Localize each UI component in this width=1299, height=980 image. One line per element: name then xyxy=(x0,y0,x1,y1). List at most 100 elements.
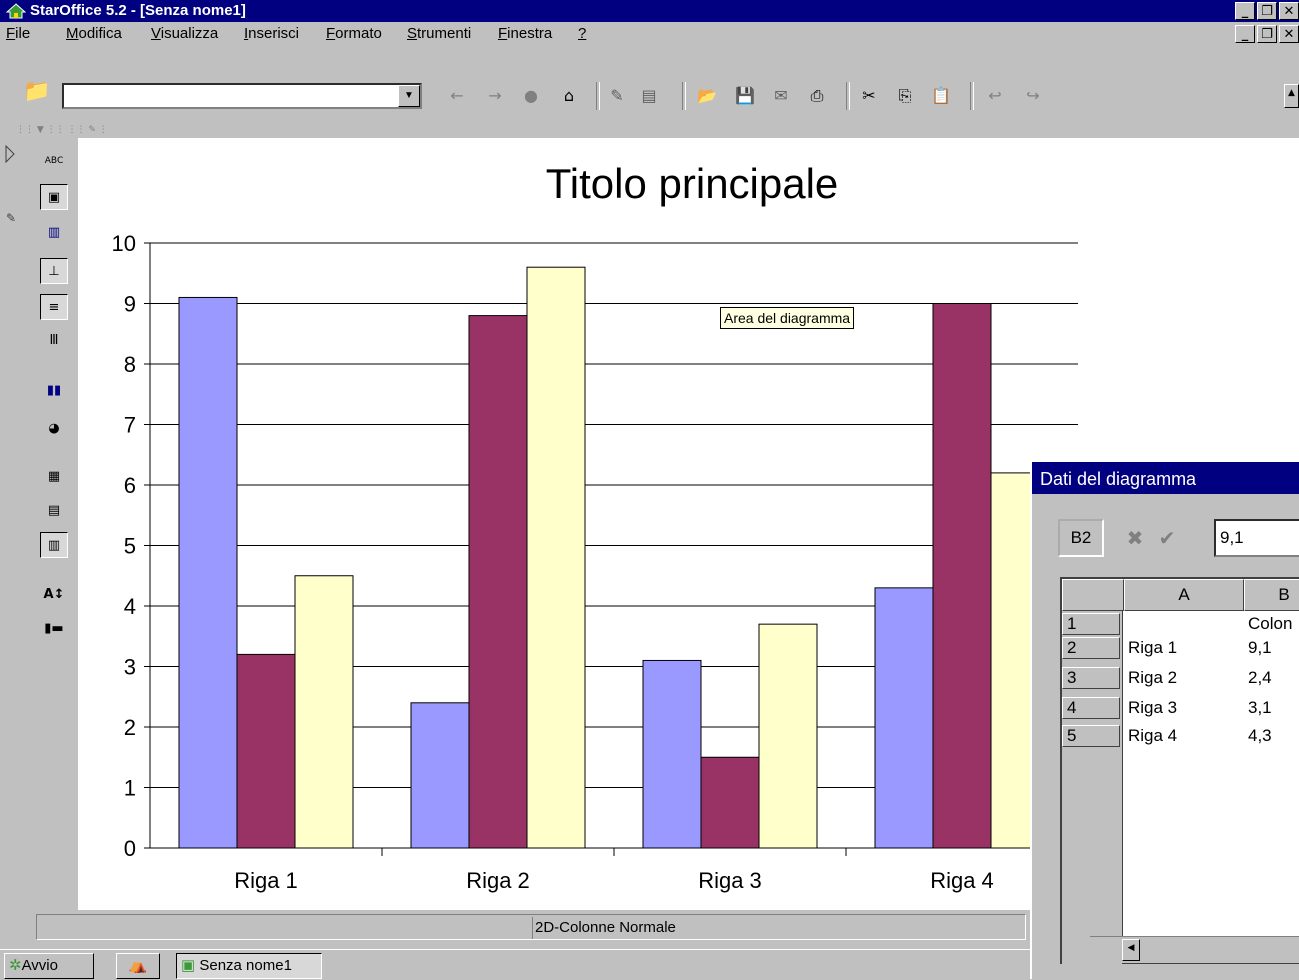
title-on-off-icon[interactable]: ABC xyxy=(40,148,68,174)
axis-titles-icon[interactable]: ▥ xyxy=(40,220,68,246)
bar[interactable] xyxy=(526,266,586,849)
menu-file[interactable]: File xyxy=(6,22,30,46)
scroll-left-button[interactable]: ◀ xyxy=(1122,939,1140,961)
data-in-rows-icon[interactable]: ▤ xyxy=(40,498,68,524)
task-senza-nome1[interactable]: ▣ Senza nome1 xyxy=(176,953,322,979)
horizontal-scrollbar[interactable]: ◀ xyxy=(1090,936,1299,963)
toolbar-scroll-button[interactable]: ▲ xyxy=(1284,84,1299,108)
dialog-title: Dati del diagramma xyxy=(1032,462,1299,494)
menu-finestra[interactable]: Finestra xyxy=(498,22,552,46)
y-tick-label: 2 xyxy=(124,715,136,740)
task-label: Senza nome1 xyxy=(199,957,292,974)
y-tick-label: 0 xyxy=(124,836,136,861)
quickstart-button[interactable]: ⛺ xyxy=(116,953,160,979)
start-button[interactable]: ✲Avvio xyxy=(4,953,94,979)
bar[interactable] xyxy=(758,623,818,849)
legend-on-off-icon[interactable]: ▣ xyxy=(40,184,68,210)
home-icon[interactable]: ⌂ xyxy=(558,86,580,106)
cell-value-input[interactable] xyxy=(1214,519,1299,557)
row-header-3[interactable]: 3 xyxy=(1062,667,1120,689)
bar[interactable] xyxy=(410,702,470,849)
data-in-columns-icon[interactable]: ▥ xyxy=(40,532,68,558)
reorganize-chart-icon[interactable]: ▮▬ xyxy=(40,616,68,642)
bar[interactable] xyxy=(874,587,934,849)
menu-inserisci[interactable]: Inserisci xyxy=(244,22,299,46)
axes-on-off-icon[interactable]: ⊥ xyxy=(40,258,68,284)
y-tick-label: 4 xyxy=(124,594,136,619)
save-icon[interactable]: 💾 xyxy=(734,86,756,106)
cell-a3[interactable]: Riga 2 xyxy=(1128,665,1177,691)
x-tick-label: Riga 1 xyxy=(234,868,298,893)
edit-file-icon[interactable]: ✎ xyxy=(606,86,628,106)
url-input[interactable] xyxy=(62,83,422,109)
cell-b1[interactable]: Colon xyxy=(1248,611,1292,637)
desktop-icon: ⛺ xyxy=(128,957,148,974)
restore-button[interactable]: ❐ xyxy=(1257,2,1277,20)
row-header-2[interactable]: 2 xyxy=(1062,637,1120,659)
menu-help[interactable]: ? xyxy=(578,22,586,46)
bar[interactable] xyxy=(700,756,760,849)
cell-b3[interactable]: 2,4 xyxy=(1248,665,1272,691)
cancel-edit-icon[interactable]: ✖ xyxy=(1120,521,1150,555)
vertical-grid-icon[interactable]: Ⅲ xyxy=(40,328,68,354)
forward-icon[interactable]: → xyxy=(484,86,506,106)
bar[interactable] xyxy=(642,659,702,849)
horizontal-grid-icon[interactable]: ≡ xyxy=(40,294,68,320)
doc-minimize-button[interactable]: _ xyxy=(1235,25,1255,43)
copy-icon[interactable]: ⎘ xyxy=(894,86,916,106)
menu-formato[interactable]: Formato xyxy=(326,22,382,46)
menu-visualizza[interactable]: Visualizza xyxy=(151,22,218,46)
cell-a4[interactable]: Riga 3 xyxy=(1128,695,1177,721)
y-tick-label: 6 xyxy=(124,473,136,498)
undo-icon[interactable]: ↩ xyxy=(984,86,1006,106)
mail-icon[interactable]: ✉ xyxy=(770,86,792,106)
text-scaling-icon[interactable]: A↕ xyxy=(40,582,68,608)
cell-a2[interactable]: Riga 1 xyxy=(1128,635,1177,661)
close-button[interactable]: ✕ xyxy=(1279,2,1299,20)
chart-title[interactable]: Titolo principale xyxy=(546,160,839,207)
bar[interactable] xyxy=(178,296,238,849)
open-icon[interactable]: 📂 xyxy=(696,86,718,106)
window-title: StarOffice 5.2 - [Senza nome1] xyxy=(30,2,246,19)
bar[interactable] xyxy=(468,315,528,849)
svg-text:⋮⋮ ▼ ⋮⋮ ⋮⋮ ✎ ⋮: ⋮⋮ ▼ ⋮⋮ ⋮⋮ ✎ ⋮ xyxy=(16,125,108,135)
cell-b2[interactable]: 9,1 xyxy=(1248,635,1272,661)
col-header-b[interactable]: B xyxy=(1244,579,1299,611)
paste-icon[interactable]: 📋 xyxy=(930,86,952,106)
new-document-icon[interactable]: 📁 xyxy=(22,81,52,110)
accept-edit-icon[interactable]: ✔ xyxy=(1152,521,1182,555)
menu-modifica[interactable]: Modifica xyxy=(66,22,122,46)
cut-icon[interactable]: ✂ xyxy=(858,86,880,106)
cell-b5[interactable]: 4,3 xyxy=(1248,723,1272,749)
bar[interactable] xyxy=(294,575,354,849)
col-header-a[interactable]: A xyxy=(1124,579,1244,611)
chart-type-icon[interactable]: ▮▮ xyxy=(40,378,68,404)
back-icon[interactable]: ← xyxy=(446,86,468,106)
edit-mode-icon[interactable]: ▤ xyxy=(638,86,660,106)
y-tick-label: 10 xyxy=(112,231,136,256)
show-data-icon[interactable]: ▦ xyxy=(40,464,68,490)
url-dropdown-button[interactable]: ▼ xyxy=(398,85,420,107)
minimize-button[interactable]: _ xyxy=(1235,2,1255,20)
redo-icon[interactable]: ↪ xyxy=(1022,86,1044,106)
doc-close-button[interactable]: ✕ xyxy=(1279,25,1299,43)
row-header-1[interactable]: 1 xyxy=(1062,613,1120,635)
y-tick-label: 1 xyxy=(124,776,136,801)
autoformat-icon[interactable]: ◕ xyxy=(40,416,68,442)
row-header-5[interactable]: 5 xyxy=(1062,725,1120,747)
stop-icon[interactable]: ● xyxy=(520,86,542,106)
doc-restore-button[interactable]: ❐ xyxy=(1257,25,1277,43)
grid-corner[interactable] xyxy=(1062,579,1124,611)
y-tick-label: 9 xyxy=(124,292,136,317)
bar[interactable] xyxy=(932,303,992,849)
menu-strumenti[interactable]: Strumenti xyxy=(407,22,471,46)
cell-b4[interactable]: 3,1 xyxy=(1248,695,1272,721)
print-icon[interactable]: ⎙ xyxy=(806,86,828,106)
row-header-4[interactable]: 4 xyxy=(1062,697,1120,719)
y-tick-label: 7 xyxy=(124,413,136,438)
cell-reference: B2 xyxy=(1058,519,1104,557)
bar[interactable] xyxy=(236,653,296,849)
y-tick-label: 8 xyxy=(124,352,136,377)
x-tick-label: Riga 4 xyxy=(930,868,994,893)
cell-a5[interactable]: Riga 4 xyxy=(1128,723,1177,749)
